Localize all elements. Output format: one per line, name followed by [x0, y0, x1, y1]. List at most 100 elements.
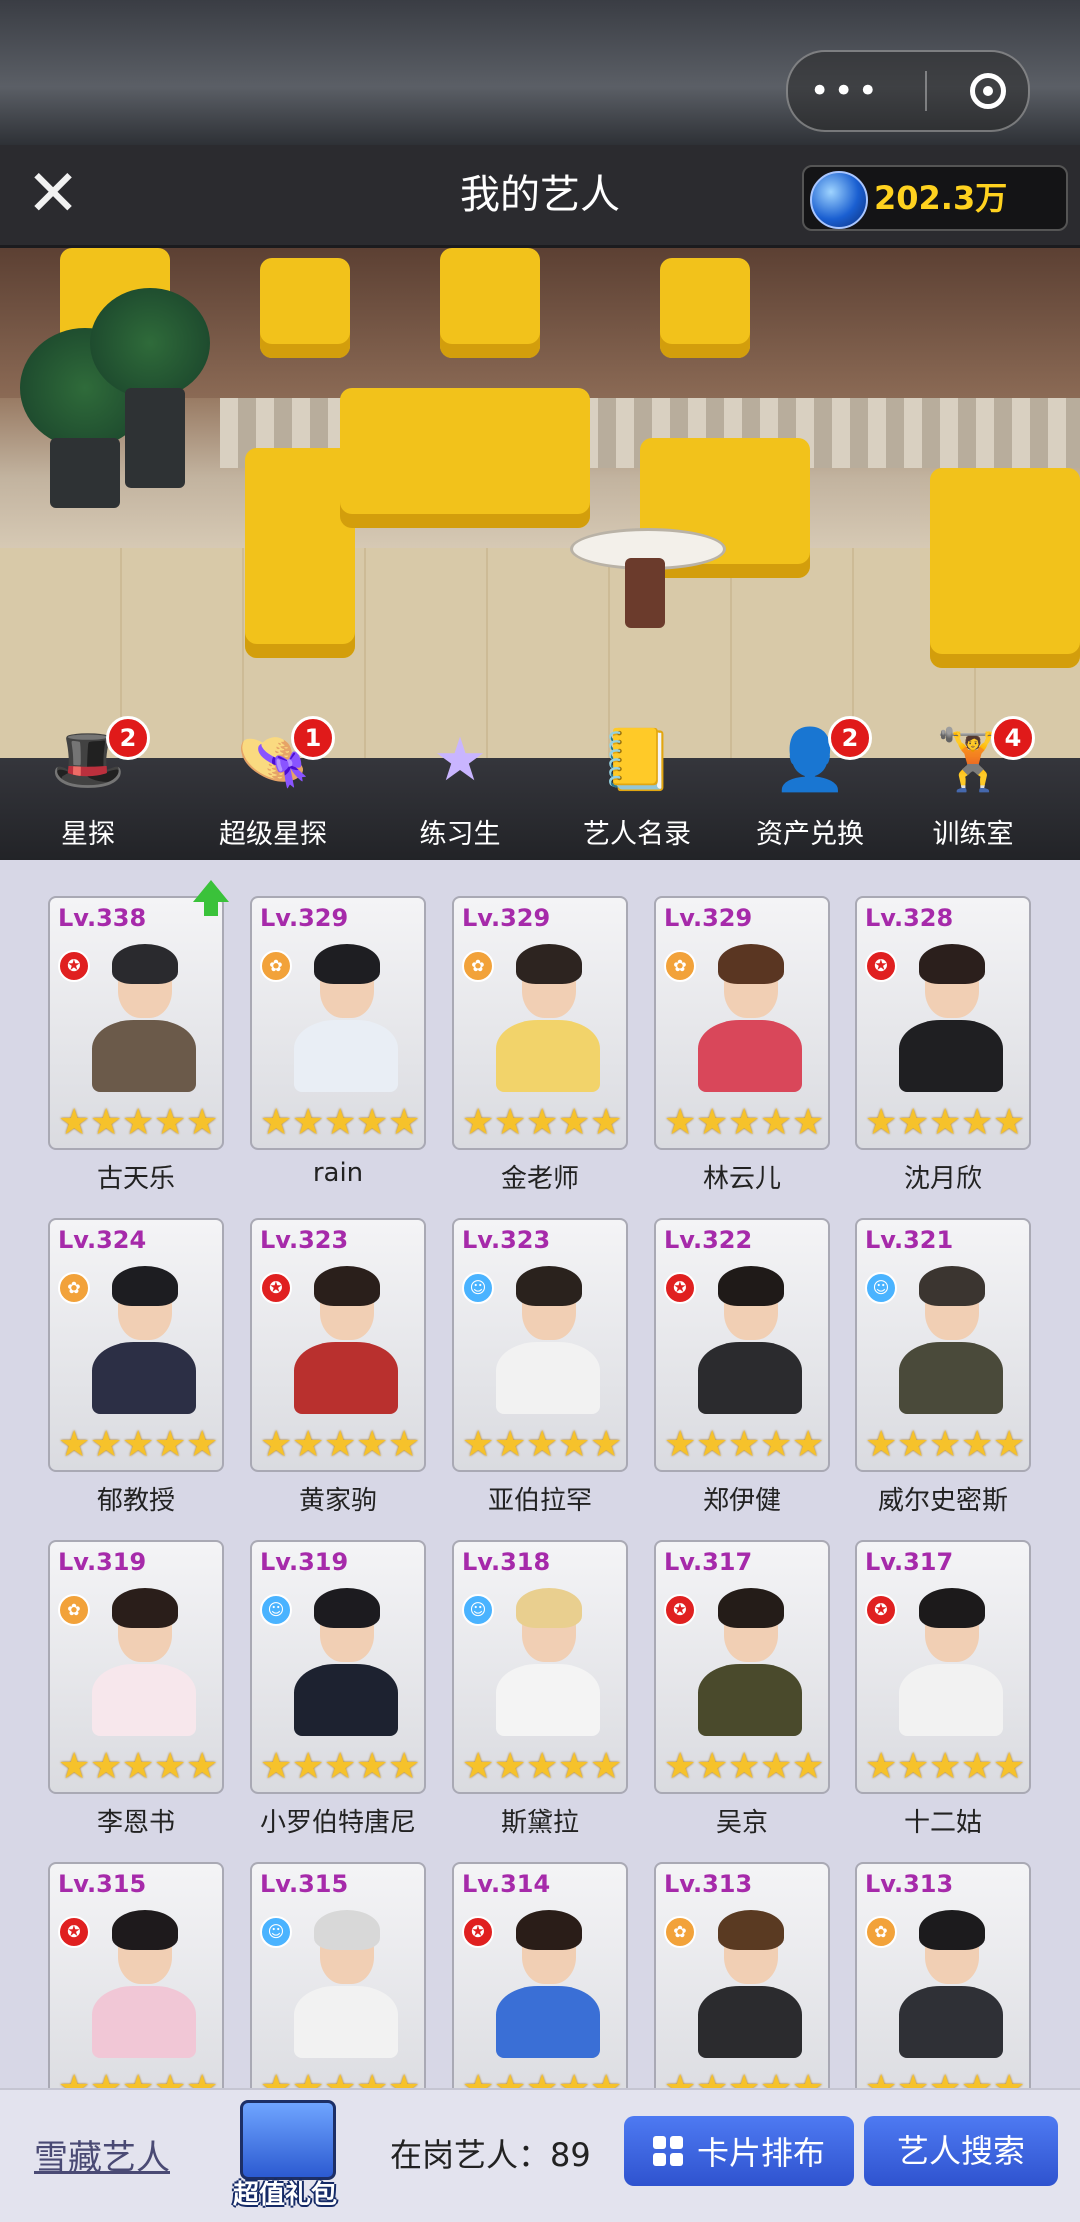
- artist-card[interactable]: Lv.338 ✪ ★ ★ ★ ★ ★ 古天乐: [48, 880, 229, 1194]
- artist-level: Lv.315: [58, 1870, 147, 1898]
- star-icon: ★: [356, 1424, 389, 1465]
- artist-name: 十二姑: [903, 1808, 982, 1838]
- rank-emblem-icon: ✪: [664, 1272, 696, 1304]
- more-dots-icon[interactable]: •••: [810, 74, 882, 108]
- artist-card[interactable]: Lv.324 ✿ ★ ★ ★ ★ ★ 郁教授: [48, 1218, 224, 1516]
- artist-card[interactable]: Lv.314✪★★★★★: [452, 1862, 628, 2088]
- artist-level: Lv.319: [58, 1548, 147, 1576]
- star-icon: ★: [696, 1102, 729, 1143]
- artist-portrait: [492, 944, 602, 1092]
- artist-card[interactable]: Lv.315☺★★★★★: [250, 1862, 426, 2088]
- artist-card[interactable]: Lv.317 ✪ ★ ★ ★ ★ ★ 十二姑: [855, 1540, 1031, 1838]
- star-rating: ★★★★★: [58, 1426, 218, 1466]
- artist-card[interactable]: Lv.328 ✪ ★ ★ ★ ★ ★ 沈月欣: [855, 896, 1031, 1194]
- star-icon: ★: [122, 1102, 155, 1143]
- artist-card[interactable]: Lv.319 ☺ ★ ★ ★ ★ ★ 小罗伯特唐尼: [250, 1540, 426, 1838]
- star-icon: ★: [122, 2070, 154, 2089]
- action-label: 训练室: [932, 819, 1014, 850]
- card-frame: Lv.323 ✪ ★ ★ ★ ★ ★: [250, 1218, 426, 1472]
- star-icon: ★: [324, 1746, 357, 1787]
- action-training-room[interactable]: 🏋 4 训练室: [893, 716, 1053, 860]
- card-frame: Lv.322 ✪ ★ ★ ★ ★ ★: [654, 1218, 830, 1472]
- star-icon: ★: [897, 1424, 930, 1465]
- star-icon: ★: [356, 1102, 389, 1143]
- artist-level: Lv.319: [260, 1548, 349, 1576]
- lounge-scene-image: [0, 248, 1080, 758]
- star-icon: ★: [792, 2070, 824, 2089]
- artist-card[interactable]: Lv.313✿★★★★★: [654, 1862, 830, 2088]
- artist-card[interactable]: Lv.323 ✪ ★ ★ ★ ★ ★ 黄家驹: [250, 1218, 426, 1516]
- artist-card[interactable]: Lv.313✿★★★★★: [855, 1862, 1031, 2088]
- rank-emblem-icon: ✪: [58, 1916, 90, 1948]
- star-icon: ★: [292, 1102, 325, 1143]
- star-icon: ★: [58, 1746, 91, 1787]
- close-icon[interactable]: ✕: [22, 162, 84, 226]
- artist-card[interactable]: Lv.321 ☺ ★ ★ ★ ★ ★ 威尔史密斯: [855, 1218, 1031, 1516]
- star-rating: ★★★★★: [865, 1426, 1025, 1466]
- value-gift-pack[interactable]: 超值礼包: [230, 2100, 340, 2212]
- star-icon: ★: [154, 2070, 186, 2089]
- star-icon: ★: [526, 2070, 558, 2089]
- star-icon: ★: [760, 1102, 793, 1143]
- artist-portrait: [895, 1588, 1005, 1736]
- star-icon: ★: [154, 1746, 187, 1787]
- star-icon: ★: [388, 1424, 421, 1465]
- star-icon: ★: [696, 1746, 729, 1787]
- star-rating: ★★★★★: [260, 2070, 420, 2089]
- artist-level: Lv.315: [260, 1870, 349, 1898]
- card-frame: Lv.324 ✿ ★ ★ ★ ★ ★: [48, 1218, 224, 1472]
- rank-emblem-icon: ✪: [462, 1916, 494, 1948]
- artist-card[interactable]: Lv.329 ✿ ★ ★ ★ ★ ★ rain: [250, 896, 426, 1188]
- star-icon: ★: [696, 2070, 728, 2089]
- star-icon: ★: [260, 1424, 293, 1465]
- star-icon: ★: [760, 1746, 793, 1787]
- artist-name: 金老师: [500, 1164, 579, 1194]
- star-icon: ★: [58, 1424, 91, 1465]
- action-trainee[interactable]: ★ 练习生: [380, 725, 540, 860]
- artist-card[interactable]: Lv.317 ✪ ★ ★ ★ ★ ★ 吴京: [654, 1540, 830, 1838]
- trainee-star-icon: ★: [433, 725, 487, 795]
- star-icon: ★: [760, 1424, 793, 1465]
- star-icon: ★: [590, 1746, 623, 1787]
- artist-portrait: [88, 1266, 198, 1414]
- artist-card[interactable]: Lv.318 ☺ ★ ★ ★ ★ ★ 斯黛拉: [452, 1540, 628, 1838]
- star-icon: ★: [696, 1424, 729, 1465]
- artist-card[interactable]: Lv.329 ✿ ★ ★ ★ ★ ★ 金老师: [452, 896, 628, 1194]
- star-rating: ★★★★★: [664, 1748, 824, 1788]
- artist-name: 沈月欣: [903, 1164, 982, 1194]
- artist-search-button[interactable]: 艺人搜索: [864, 2116, 1058, 2186]
- action-scout[interactable]: 🎩 2 星探: [8, 716, 168, 860]
- artist-card[interactable]: Lv.323 ☺ ★ ★ ★ ★ ★ 亚伯拉罕: [452, 1218, 628, 1516]
- star-rating: ★★★★★: [462, 1748, 622, 1788]
- artist-card[interactable]: Lv.329 ✿ ★ ★ ★ ★ ★ 林云儿: [654, 896, 830, 1194]
- card-frame: Lv.313✿★★★★★: [654, 1862, 830, 2088]
- artist-card[interactable]: Lv.319 ✿ ★ ★ ★ ★ ★ 李恩书: [48, 1540, 224, 1838]
- artist-name: 黄家驹: [298, 1486, 377, 1516]
- artist-level: Lv.321: [865, 1226, 954, 1254]
- star-icon: ★: [897, 1746, 930, 1787]
- artist-card[interactable]: Lv.322 ✪ ★ ★ ★ ★ ★ 郑伊健: [654, 1218, 830, 1516]
- plant-pot: [125, 388, 185, 488]
- badge-count: 4: [991, 716, 1035, 760]
- action-directory[interactable]: 📒 艺人名录: [557, 725, 717, 860]
- star-icon: ★: [929, 1102, 962, 1143]
- badge-count: 2: [106, 716, 150, 760]
- hidden-artists-link[interactable]: 雪藏艺人: [34, 2130, 170, 2179]
- card-frame: Lv.319 ✿ ★ ★ ★ ★ ★: [48, 1540, 224, 1794]
- rank-emblem-icon: ✿: [664, 950, 696, 982]
- artist-level: Lv.317: [865, 1548, 954, 1576]
- card-frame: Lv.313✿★★★★★: [855, 1862, 1031, 2088]
- star-icon: ★: [728, 2070, 760, 2089]
- action-super-scout[interactable]: 👒 1 超级星探: [193, 716, 353, 860]
- rank-emblem-icon: ✪: [865, 950, 897, 982]
- star-icon: ★: [356, 2070, 388, 2089]
- target-icon[interactable]: [970, 73, 1007, 109]
- star-icon: ★: [90, 1102, 123, 1143]
- artist-card[interactable]: Lv.315✪★★★★★: [48, 1862, 224, 2088]
- action-asset-exchange[interactable]: 👤 2 资产兑换: [730, 716, 890, 860]
- star-icon: ★: [58, 1102, 91, 1143]
- star-icon: ★: [90, 2070, 122, 2089]
- star-icon: ★: [558, 2070, 590, 2089]
- card-layout-button[interactable]: 卡片排布: [624, 2116, 854, 2186]
- artist-portrait: [694, 944, 804, 1092]
